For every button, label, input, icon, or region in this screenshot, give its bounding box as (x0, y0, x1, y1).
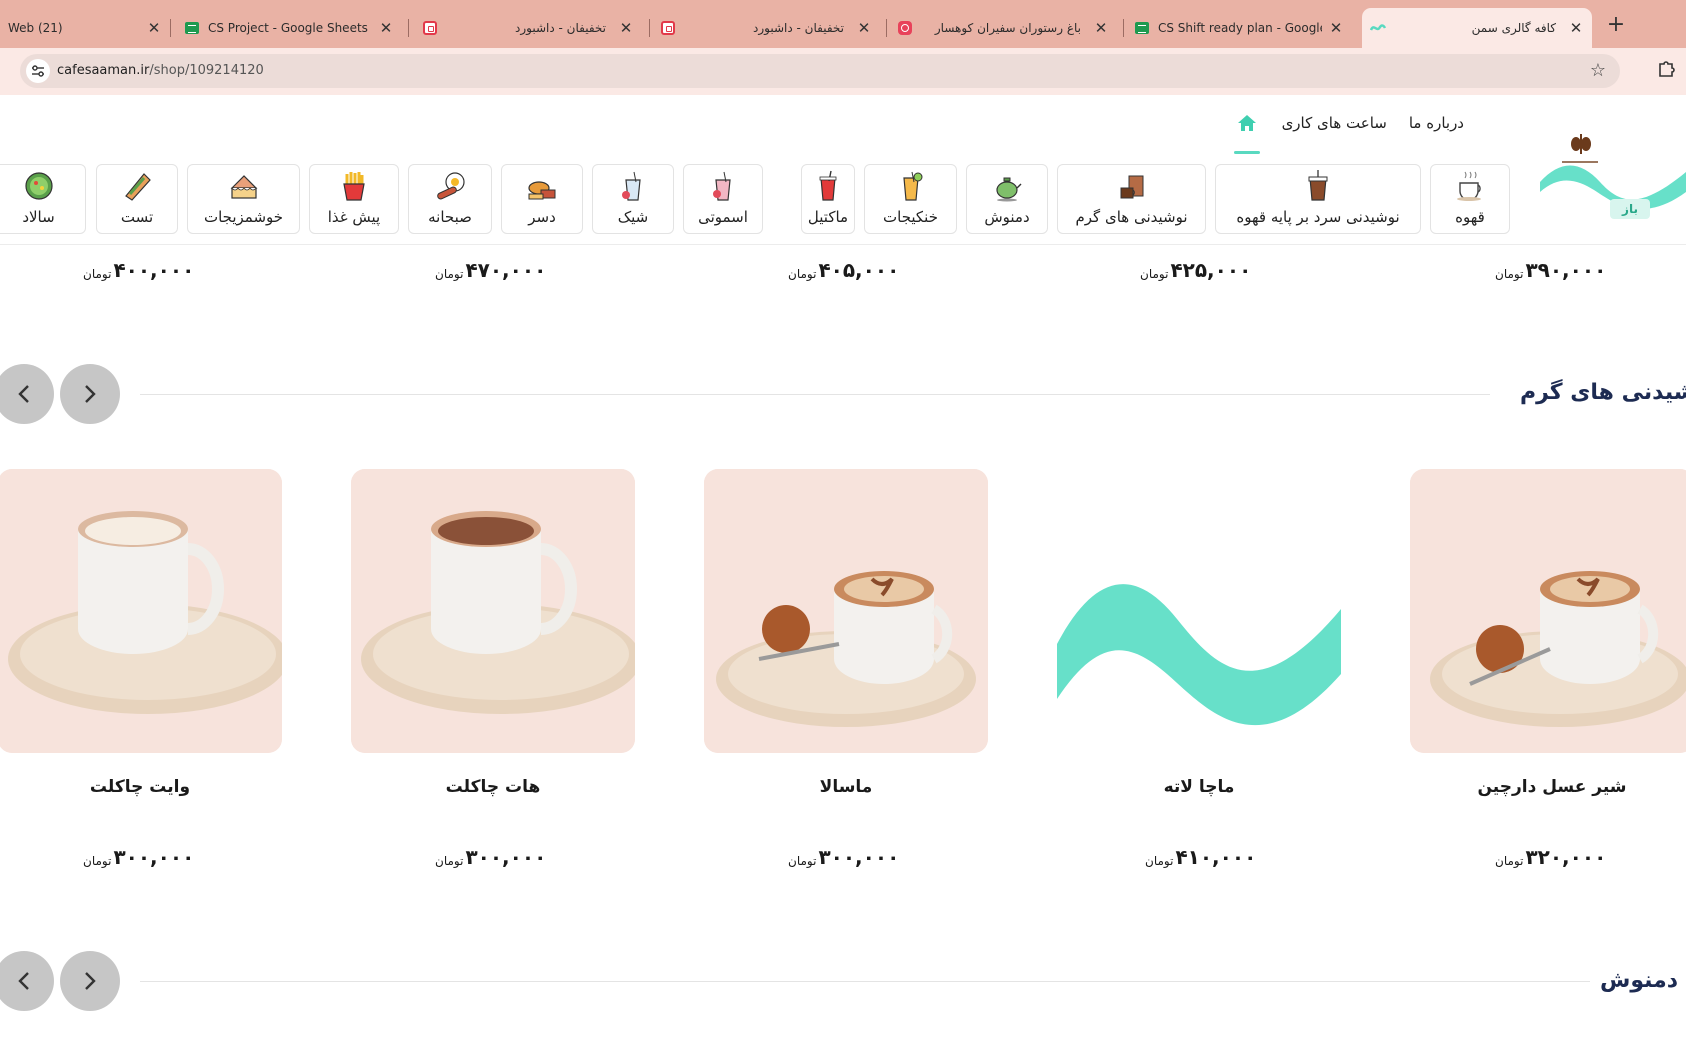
url-text[interactable]: cafesaaman.ir/shop/109214120 (57, 63, 264, 78)
section-title-herbal-tea: دمنوش (1600, 968, 1679, 993)
shake-icon (622, 171, 641, 201)
salad-icon (24, 172, 53, 200)
browser-tab[interactable]: CS Project - Google Sheets ✕ (176, 8, 402, 48)
category-salad[interactable]: سالاد (0, 164, 86, 234)
carousel-prev-button[interactable] (0, 364, 54, 424)
close-icon[interactable]: ✕ (1568, 19, 1584, 37)
product-image[interactable] (1410, 469, 1686, 753)
teapot-icon (996, 177, 1022, 202)
browser-tab-active[interactable]: کافه گالری سمن ✕ (1362, 8, 1592, 48)
chevron-left-icon (18, 385, 29, 403)
bookmark-star-icon[interactable]: ☆ (1590, 60, 1606, 81)
mocktail-icon (819, 170, 837, 201)
product-name[interactable]: شیر عسل دارچین (1410, 777, 1686, 797)
carousel-next-button[interactable] (60, 951, 120, 1011)
category-iced-coffee[interactable]: نوشیدنی سرد بر پایه قهوه (1215, 164, 1421, 234)
product-name[interactable]: ماچا لاته (1057, 777, 1341, 797)
iced-coffee-icon (1308, 170, 1328, 201)
product-price: تومان ۳۰۰,۰۰۰ (435, 845, 547, 869)
extensions-icon[interactable] (1655, 58, 1677, 80)
fries-icon (343, 172, 365, 201)
status-badge: باز (1610, 199, 1650, 219)
breakfast-icon (437, 172, 465, 200)
dessert-icon (528, 181, 556, 200)
category-cold-drinks[interactable]: خنکیجات (864, 164, 957, 234)
browser-tab[interactable]: Web (21) ✕ (0, 8, 170, 48)
category-treats[interactable]: خوشمزیجات (187, 164, 300, 234)
close-icon[interactable]: ✕ (856, 19, 872, 37)
category-appetizer[interactable]: پیش غذا (309, 164, 399, 234)
category-bar: قهوه نوشیدنی سرد بر پایه قهوه نوشیدنی ها… (0, 164, 1512, 234)
section-title-hot-drinks: نوشیدنی های گرم (1520, 380, 1686, 405)
product-image[interactable] (0, 469, 282, 753)
nav-working-hours[interactable]: ساعت های کاری (1282, 110, 1387, 154)
sheets-icon (1134, 20, 1150, 36)
carousel-prev-button[interactable] (0, 951, 54, 1011)
product-image-placeholder[interactable] (1057, 469, 1341, 753)
site-info-icon[interactable] (26, 59, 50, 83)
product-name[interactable]: وایت چاکلت (0, 777, 282, 797)
hot-drink-icon (1120, 175, 1143, 199)
browser-tab[interactable]: باغ رستوران سفیران کوهسار ✕ (889, 8, 1117, 48)
category-toast[interactable]: تست (96, 164, 178, 234)
home-icon[interactable] (1233, 110, 1260, 154)
calendar-icon (422, 20, 438, 36)
section-divider (140, 394, 1490, 395)
category-breakfast[interactable]: صبحانه (408, 164, 492, 234)
product-price: تومان ۴۱۰,۰۰۰ (1145, 845, 1257, 869)
close-icon[interactable]: ✕ (1328, 19, 1344, 37)
chevron-left-icon (18, 972, 29, 990)
nav-about-us[interactable]: درباره ما (1409, 110, 1464, 154)
category-hot-drinks[interactable]: نوشیدنی های گرم (1057, 164, 1206, 234)
product-price: تومان ۴۰۰,۰۰۰ (83, 258, 195, 282)
close-icon[interactable]: ✕ (378, 19, 394, 37)
product-price: تومان ۳۰۰,۰۰۰ (83, 845, 195, 869)
product-name[interactable]: هات چاکلت (351, 777, 635, 797)
chevron-right-icon (85, 972, 96, 990)
product-price: تومان ۴۰۵,۰۰۰ (788, 258, 900, 282)
close-icon[interactable]: ✕ (1093, 19, 1109, 37)
close-icon[interactable]: ✕ (618, 19, 634, 37)
address-bar-row: cafesaaman.ir/shop/109214120 ☆ (0, 48, 1686, 95)
product-image[interactable] (704, 469, 988, 753)
category-mocktail[interactable]: ماکتیل (801, 164, 855, 234)
category-coffee[interactable]: قهوه (1430, 164, 1510, 234)
new-tab-button[interactable]: + (1604, 14, 1628, 38)
browser-tab[interactable]: تخفیفان - داشبورد ✕ (414, 8, 642, 48)
toast-icon (125, 173, 151, 201)
category-herbal-tea[interactable]: دمنوش (966, 164, 1048, 234)
product-price: تومان ۳۹۰,۰۰۰ (1495, 258, 1607, 282)
close-icon[interactable]: ✕ (146, 19, 162, 37)
product-price: تومان ۳۰۰,۰۰۰ (788, 845, 900, 869)
smoothie-icon (713, 171, 731, 201)
category-dessert[interactable]: دسر (501, 164, 583, 234)
calendar-icon (660, 20, 676, 36)
product-price: تومان ۴۲۵,۰۰۰ (1140, 258, 1252, 282)
saman-icon (1370, 20, 1386, 36)
category-shake[interactable]: شیک (592, 164, 674, 234)
browser-tab[interactable]: تخفیفان - داشبورد ✕ (652, 8, 880, 48)
product-price: تومان ۳۲۰,۰۰۰ (1495, 845, 1607, 869)
instagram-icon (897, 20, 913, 36)
cake-icon (230, 175, 257, 199)
address-bar[interactable]: cafesaaman.ir/shop/109214120 ☆ (20, 54, 1620, 88)
carousel-next-button[interactable] (60, 364, 120, 424)
category-smoothie[interactable]: اسموتی (683, 164, 763, 234)
section-divider (140, 981, 1590, 982)
cold-drink-icon (902, 171, 922, 201)
browser-tab[interactable]: CS Shift ready plan - Google Sh ✕ (1126, 8, 1352, 48)
coffee-cup-icon (1457, 171, 1481, 201)
chevron-right-icon (85, 385, 96, 403)
product-name[interactable]: ماسالا (704, 777, 988, 797)
sheets-icon (184, 20, 200, 36)
top-nav: ساعت های کاری درباره ما (1233, 110, 1464, 154)
browser-tab-strip: Web (21) ✕ CS Project - Google Sheets ✕ … (0, 0, 1686, 48)
product-price: تومان ۴۷۰,۰۰۰ (435, 258, 547, 282)
product-image[interactable] (351, 469, 635, 753)
